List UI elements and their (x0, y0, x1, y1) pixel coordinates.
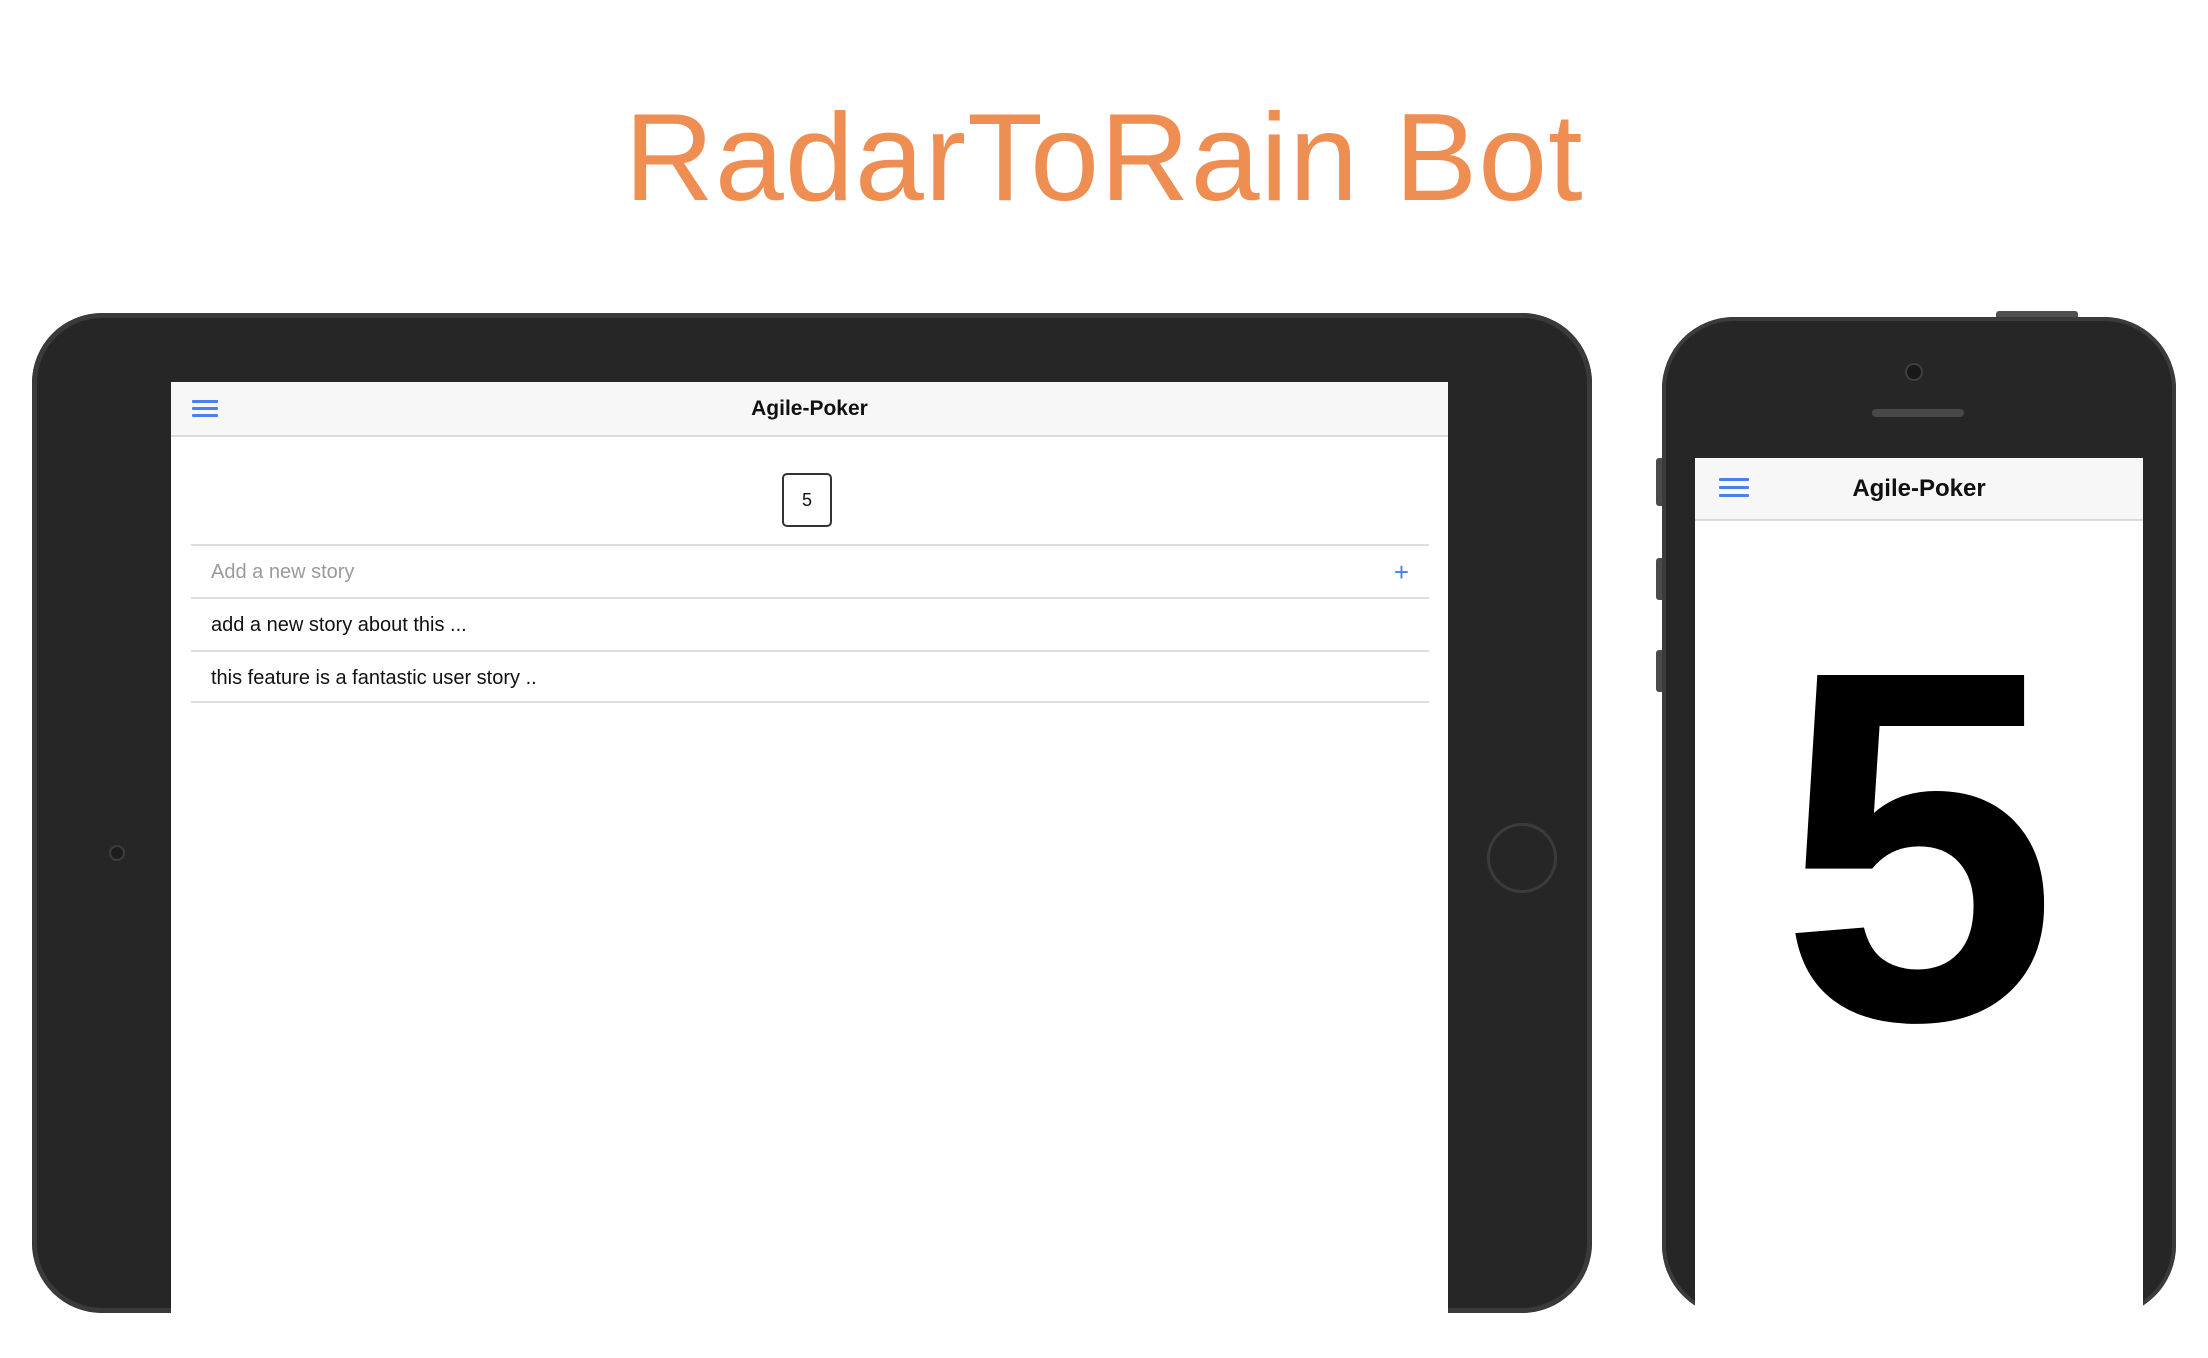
phone-speaker (1872, 409, 1964, 417)
vote-display: 5 (1779, 566, 2059, 1125)
story-text: add a new story about this ... (211, 614, 467, 636)
tablet-app-title: Agile-Poker (751, 397, 868, 420)
tablet-home-button[interactable] (1487, 823, 1557, 893)
selected-vote-card[interactable]: 5 (782, 473, 832, 527)
phone-nav-bar: Agile-Poker (1695, 458, 2143, 521)
phone-device: Agile-Poker 5 (1662, 317, 2176, 1358)
new-story-row: + (191, 544, 1429, 599)
story-list: + add a new story about this ... this fe… (191, 544, 1429, 703)
phone-screen: Agile-Poker 5 (1695, 458, 2143, 1358)
story-text: this feature is a fantastic user story .… (211, 667, 537, 689)
page-headline: RadarToRain Bot (624, 89, 1584, 227)
add-story-button[interactable]: + (1394, 546, 1409, 599)
new-story-input[interactable] (211, 547, 1311, 598)
tablet-camera (109, 845, 125, 861)
tablet-nav-bar: Agile-Poker (171, 382, 1448, 437)
list-item[interactable]: this feature is a fantastic user story .… (191, 650, 1429, 703)
list-item[interactable]: add a new story about this ... (191, 597, 1429, 650)
tablet-screen: Agile-Poker 5 + add a new story about th… (171, 382, 1448, 1322)
phone-camera (1905, 363, 1923, 381)
phone-app-title: Agile-Poker (1852, 475, 1986, 502)
tablet-device: Agile-Poker 5 + add a new story about th… (32, 313, 1592, 1322)
